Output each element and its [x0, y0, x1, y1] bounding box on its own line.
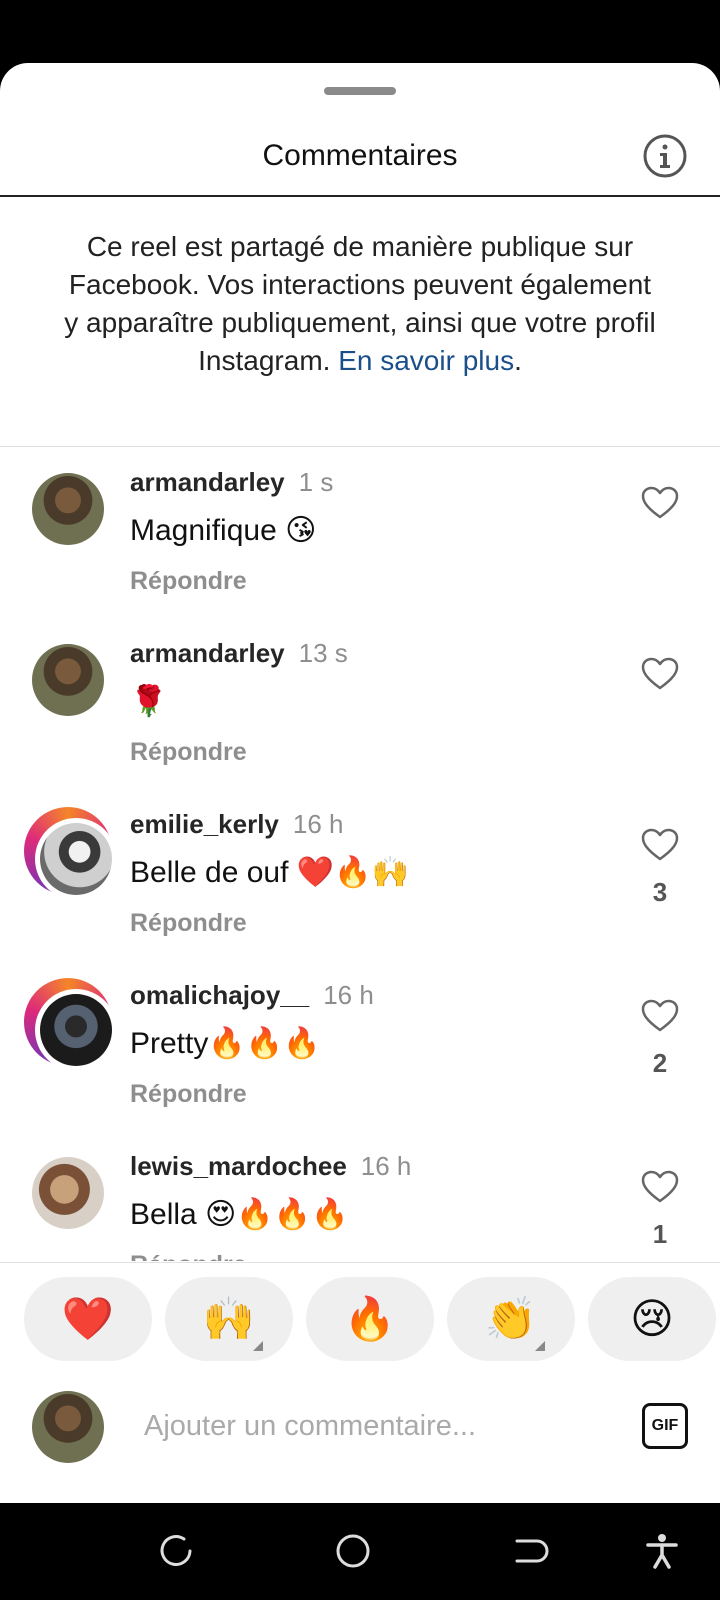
heart-icon[interactable]: [640, 825, 680, 865]
my-avatar: [32, 1391, 104, 1463]
reaction-heart[interactable]: ❤️: [24, 1277, 152, 1361]
reaction-crying[interactable]: 😢: [588, 1277, 716, 1361]
comment-username[interactable]: emilie_kerly 16 h: [130, 809, 344, 840]
heart-icon[interactable]: [640, 483, 680, 523]
home-icon[interactable]: [333, 1531, 373, 1571]
accessibility-icon[interactable]: [642, 1531, 682, 1571]
comment-time: 1 s: [298, 467, 334, 497]
reply-button[interactable]: Répondre: [130, 738, 247, 767]
drag-handle[interactable]: [324, 87, 396, 95]
reaction-clap[interactable]: 👏: [447, 1277, 575, 1361]
reply-button[interactable]: Répondre: [130, 567, 247, 596]
comment-time: 16 h: [323, 980, 374, 1010]
comments-sheet: Commentaires Ce reel est partagé de mani…: [0, 63, 720, 1503]
skin-tone-indicator: [535, 1341, 545, 1351]
avatar[interactable]: [24, 807, 117, 900]
comment-input[interactable]: [142, 1403, 606, 1449]
like-count: 2: [652, 1048, 668, 1078]
page-title: Commentaires: [262, 139, 458, 172]
comment-username[interactable]: lewis_mardochee 16 h: [130, 1151, 411, 1182]
avatar[interactable]: [32, 473, 104, 545]
comment-username[interactable]: armandarley 1 s: [130, 467, 333, 498]
comment-item: armandarley 1 s Magnifique 😘 Répondre: [0, 447, 720, 617]
reply-button[interactable]: Répondre: [130, 1080, 247, 1109]
heart-icon[interactable]: [640, 996, 680, 1036]
like-count: 1: [652, 1219, 668, 1249]
quick-reactions-bar: ❤️ 🙌 🔥 👏 😢: [0, 1262, 720, 1374]
reply-button[interactable]: Répondre: [130, 909, 247, 938]
comment-item: lewis_mardochee16 h Bella 😍🔥🔥🔥 Répondre …: [0, 1131, 720, 1261]
reaction-raised-hands[interactable]: 🙌: [165, 1277, 293, 1361]
comment-text: Pretty🔥🔥🔥: [130, 1027, 321, 1060]
comment-text: Bella 😍🔥🔥🔥: [130, 1198, 349, 1231]
comment-time: 13 s: [298, 638, 348, 668]
heart-icon[interactable]: [640, 654, 680, 694]
gif-button[interactable]: GIF: [642, 1403, 688, 1449]
reaction-fire[interactable]: 🔥: [306, 1277, 434, 1361]
comment-item: emilie_kerly 16 h Belle de ouf ❤️🔥🙌 Répon…: [0, 789, 720, 959]
learn-more-link[interactable]: En savoir plus: [338, 345, 514, 376]
comment-username[interactable]: omalichajoy__ 16 h: [130, 980, 374, 1011]
comment-item: omalichajoy__ 16 h Pretty🔥🔥🔥 Répondre 2: [0, 960, 720, 1130]
share-notice: Ce reel est partagé de manière publique …: [60, 228, 660, 380]
notice-end: .: [514, 345, 522, 376]
comment-text: Belle de ouf ❤️🔥🙌: [130, 856, 409, 889]
comment-composer: GIF: [0, 1373, 720, 1476]
reply-button[interactable]: Répondre: [130, 1251, 247, 1261]
back-icon[interactable]: [509, 1531, 549, 1571]
avatar[interactable]: [32, 1157, 104, 1229]
comment-time: 16 h: [292, 809, 344, 839]
header: Commentaires: [0, 115, 720, 197]
comment-username[interactable]: armandarley 13 s: [130, 638, 348, 669]
avatar[interactable]: [32, 644, 104, 716]
like-count: 3: [652, 877, 668, 907]
info-icon[interactable]: [642, 133, 688, 179]
comment-text: Magnifique 😘: [130, 514, 317, 547]
system-nav-bar: [0, 1503, 720, 1600]
comment-time: 16 h: [360, 1151, 412, 1181]
comment-item: armandarley 13 s 🌹 Répondre: [0, 618, 720, 788]
comment-text: 🌹: [130, 685, 168, 718]
heart-icon[interactable]: [640, 1167, 680, 1207]
recent-apps-icon[interactable]: [156, 1531, 196, 1571]
avatar[interactable]: [24, 978, 117, 1071]
skin-tone-indicator: [253, 1341, 263, 1351]
